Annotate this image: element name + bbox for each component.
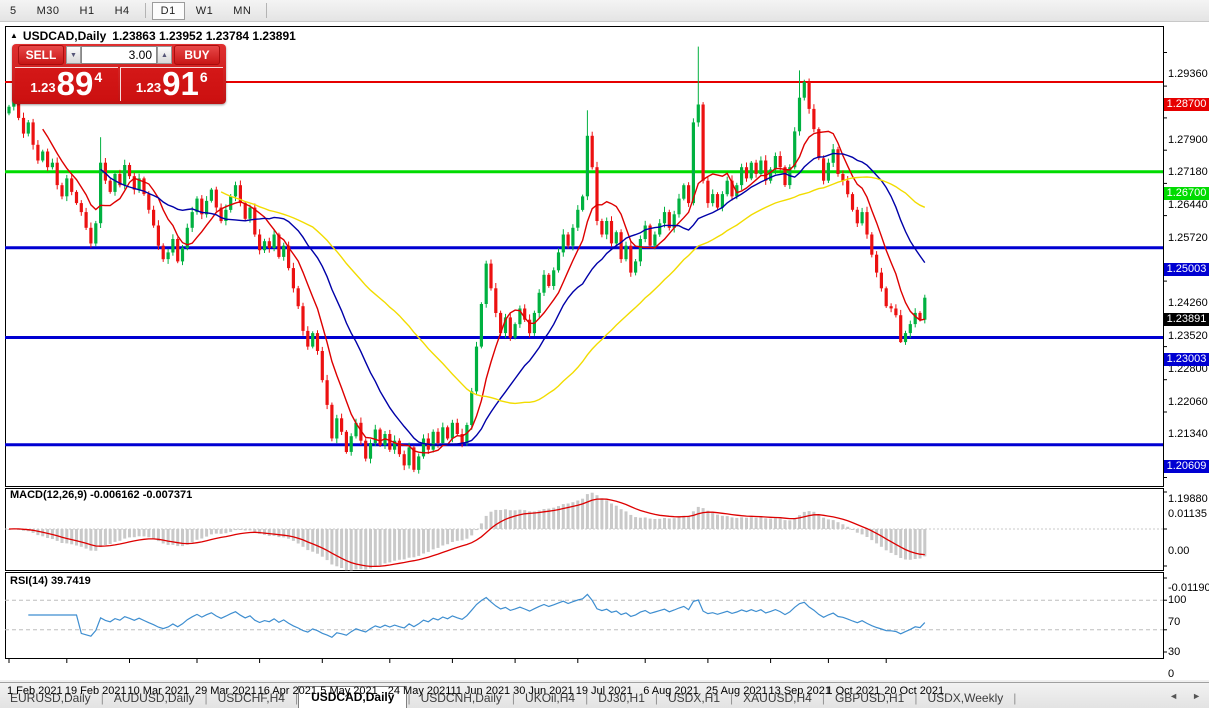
sell-price-display[interactable]: 1.23 89 4 [15,67,118,101]
date-tick-label: 29 Mar 2021 [195,685,257,697]
chart-window: ▲ USDCAD,Daily 1.23863 1.23952 1.23784 1.2… [0,22,1209,680]
volume-decrease-button[interactable]: ▼ [66,46,81,64]
level-price-badge: 1.25003 [1164,263,1209,276]
volume-input[interactable]: 3.00 [81,46,157,64]
buy-price-prefix: 1.23 [136,80,161,95]
timeframe-button-d1[interactable]: D1 [152,2,185,20]
ohlc-values: 1.23863 1.23952 1.23784 1.23891 [112,29,296,43]
sell-price-sup: 4 [94,69,102,85]
date-tick-label: 1 Oct 2021 [826,685,880,697]
timeframe-button-mn[interactable]: MN [224,2,260,20]
chart-symbol-label: USDCAD,Daily [23,29,106,43]
rsi-indicator-label: RSI(14) 39.7419 [10,575,91,587]
sell-price-prefix: 1.23 [30,80,55,95]
price-tick-label: 1.19880 [1168,493,1208,505]
rsi-tick-label: 70 [1168,616,1180,628]
sell-price-big: 89 [57,69,94,99]
timeframe-button-w1[interactable]: W1 [187,2,223,20]
collapse-arrow-icon[interactable]: ▲ [10,31,18,40]
level-price-badge: 1.23003 [1164,353,1209,366]
price-tick-label: 1.25720 [1168,232,1208,244]
timeframe-button-h1[interactable]: H1 [71,2,104,20]
price-tick-label: 1.24260 [1168,297,1208,309]
one-click-trading-panel: SELL ▼ 3.00 ▲ BUY 1.23 89 4 1.23 91 6 [12,44,226,104]
rsi-tick-label: 0 [1168,668,1174,680]
buy-price-sup: 6 [200,69,208,85]
tab-scroll-left-icon[interactable]: ◄ [1169,691,1178,701]
timeframe-button-5[interactable]: 5 [1,2,26,20]
date-tick-label: 19 Jul 2021 [576,685,633,697]
date-tick-label: 16 Apr 2021 [258,685,317,697]
buy-price-display[interactable]: 1.23 91 6 [120,67,224,101]
date-tick-label: 25 Aug 2021 [706,685,768,697]
rsi-tick-label: 30 [1168,646,1180,658]
level-price-badge: 1.26700 [1164,187,1209,200]
date-tick-label: 5 May 2021 [320,685,377,697]
macd-values: -0.006162 -0.007371 [90,489,192,501]
price-tick-label: 1.27180 [1168,166,1208,178]
current-price-badge: 1.23891 [1164,313,1209,326]
macd-tick-label: -0.011904 [1168,582,1209,594]
date-tick-label: 10 Mar 2021 [128,685,190,697]
date-tick-label: 6 Aug 2021 [643,685,699,697]
price-tick-label: 1.22060 [1168,396,1208,408]
date-tick-label: 19 Feb 2021 [65,685,127,697]
timeframe-button-m30[interactable]: M30 [28,2,69,20]
macd-tick-label: 0.00 [1168,545,1189,557]
price-tick-label: 1.29360 [1168,68,1208,80]
date-tick-label: 24 May 2021 [388,685,452,697]
tab-scroll-right-icon[interactable]: ► [1192,691,1201,701]
sell-button[interactable]: SELL [18,45,64,65]
chevron-down-icon: ▼ [70,52,77,59]
buy-button[interactable]: BUY [174,45,220,65]
date-tick-label: 11 Jun 2021 [450,685,510,697]
chart-ohlc-title: ▲ USDCAD,Daily 1.23863 1.23952 1.23784 1.2… [10,29,296,43]
date-tick-label: 13 Sep 2021 [769,685,831,697]
price-tick-label: 1.21340 [1168,428,1208,440]
macd-indicator-label: MACD(12,26,9) -0.006162 -0.007371 [10,489,192,501]
date-tick-label: 1 Feb 2021 [7,685,63,697]
price-tick-label: 1.23520 [1168,330,1208,342]
level-price-badge: 1.20609 [1164,460,1209,473]
chevron-up-icon: ▲ [161,52,168,59]
buy-price-big: 91 [162,69,199,99]
price-tick-label: 1.26440 [1168,199,1208,211]
level-price-badge: 1.28700 [1164,98,1209,111]
date-tick-label: 20 Oct 2021 [884,685,944,697]
toolbar-separator [145,3,146,18]
timeframe-button-h4[interactable]: H4 [106,2,139,20]
toolbar-separator [266,3,267,18]
date-tick-label: 30 Jun 2021 [513,685,574,697]
mt4-window: 5M30H1H4 D1W1MN ▲ USDCAD,Daily 1.23863 1.23… [0,0,1209,708]
rsi-tick-label: 100 [1168,594,1186,606]
tab-separator: | [1013,691,1016,708]
timeframe-toolbar: 5M30H1H4 D1W1MN [0,0,1209,22]
macd-tick-label: 0.01135 [1168,508,1207,520]
price-tick-label: 1.27900 [1168,134,1208,146]
rsi-value: 39.7419 [51,575,91,587]
volume-increase-button[interactable]: ▲ [157,46,172,64]
